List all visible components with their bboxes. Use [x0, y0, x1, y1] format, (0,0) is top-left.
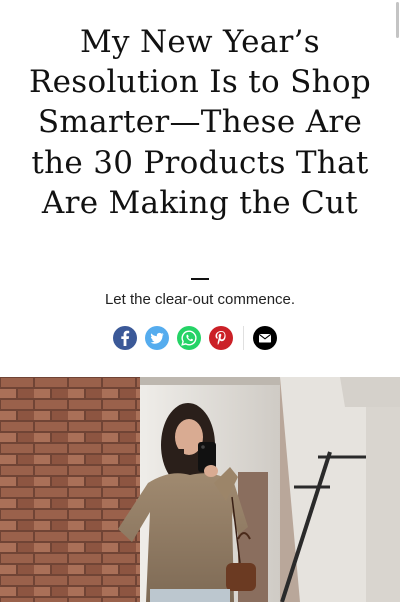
twitter-share-button[interactable] — [145, 326, 169, 350]
hero-image — [0, 377, 400, 602]
facebook-icon — [121, 330, 130, 346]
page-scrollbar[interactable] — [396, 0, 400, 377]
whatsapp-icon — [181, 330, 197, 346]
share-bar — [113, 326, 277, 350]
whatsapp-share-button[interactable] — [177, 326, 201, 350]
article-dek: Let the clear-out commence. — [104, 291, 296, 308]
article-headline: My New Year’s Resolution Is to Shop Smar… — [29, 24, 371, 221]
hero-photo-mirror-selfie — [0, 377, 400, 602]
pinterest-icon — [215, 331, 226, 345]
envelope-icon — [258, 333, 272, 343]
headline-divider — [191, 278, 209, 280]
twitter-icon — [150, 332, 164, 344]
pinterest-share-button[interactable] — [209, 326, 233, 350]
share-separator — [243, 326, 244, 350]
facebook-share-button[interactable] — [113, 326, 137, 350]
email-share-button[interactable] — [253, 326, 277, 350]
article-header: My New Year’s Resolution Is to Shop Smar… — [0, 0, 400, 377]
scrollbar-thumb[interactable] — [396, 2, 399, 38]
